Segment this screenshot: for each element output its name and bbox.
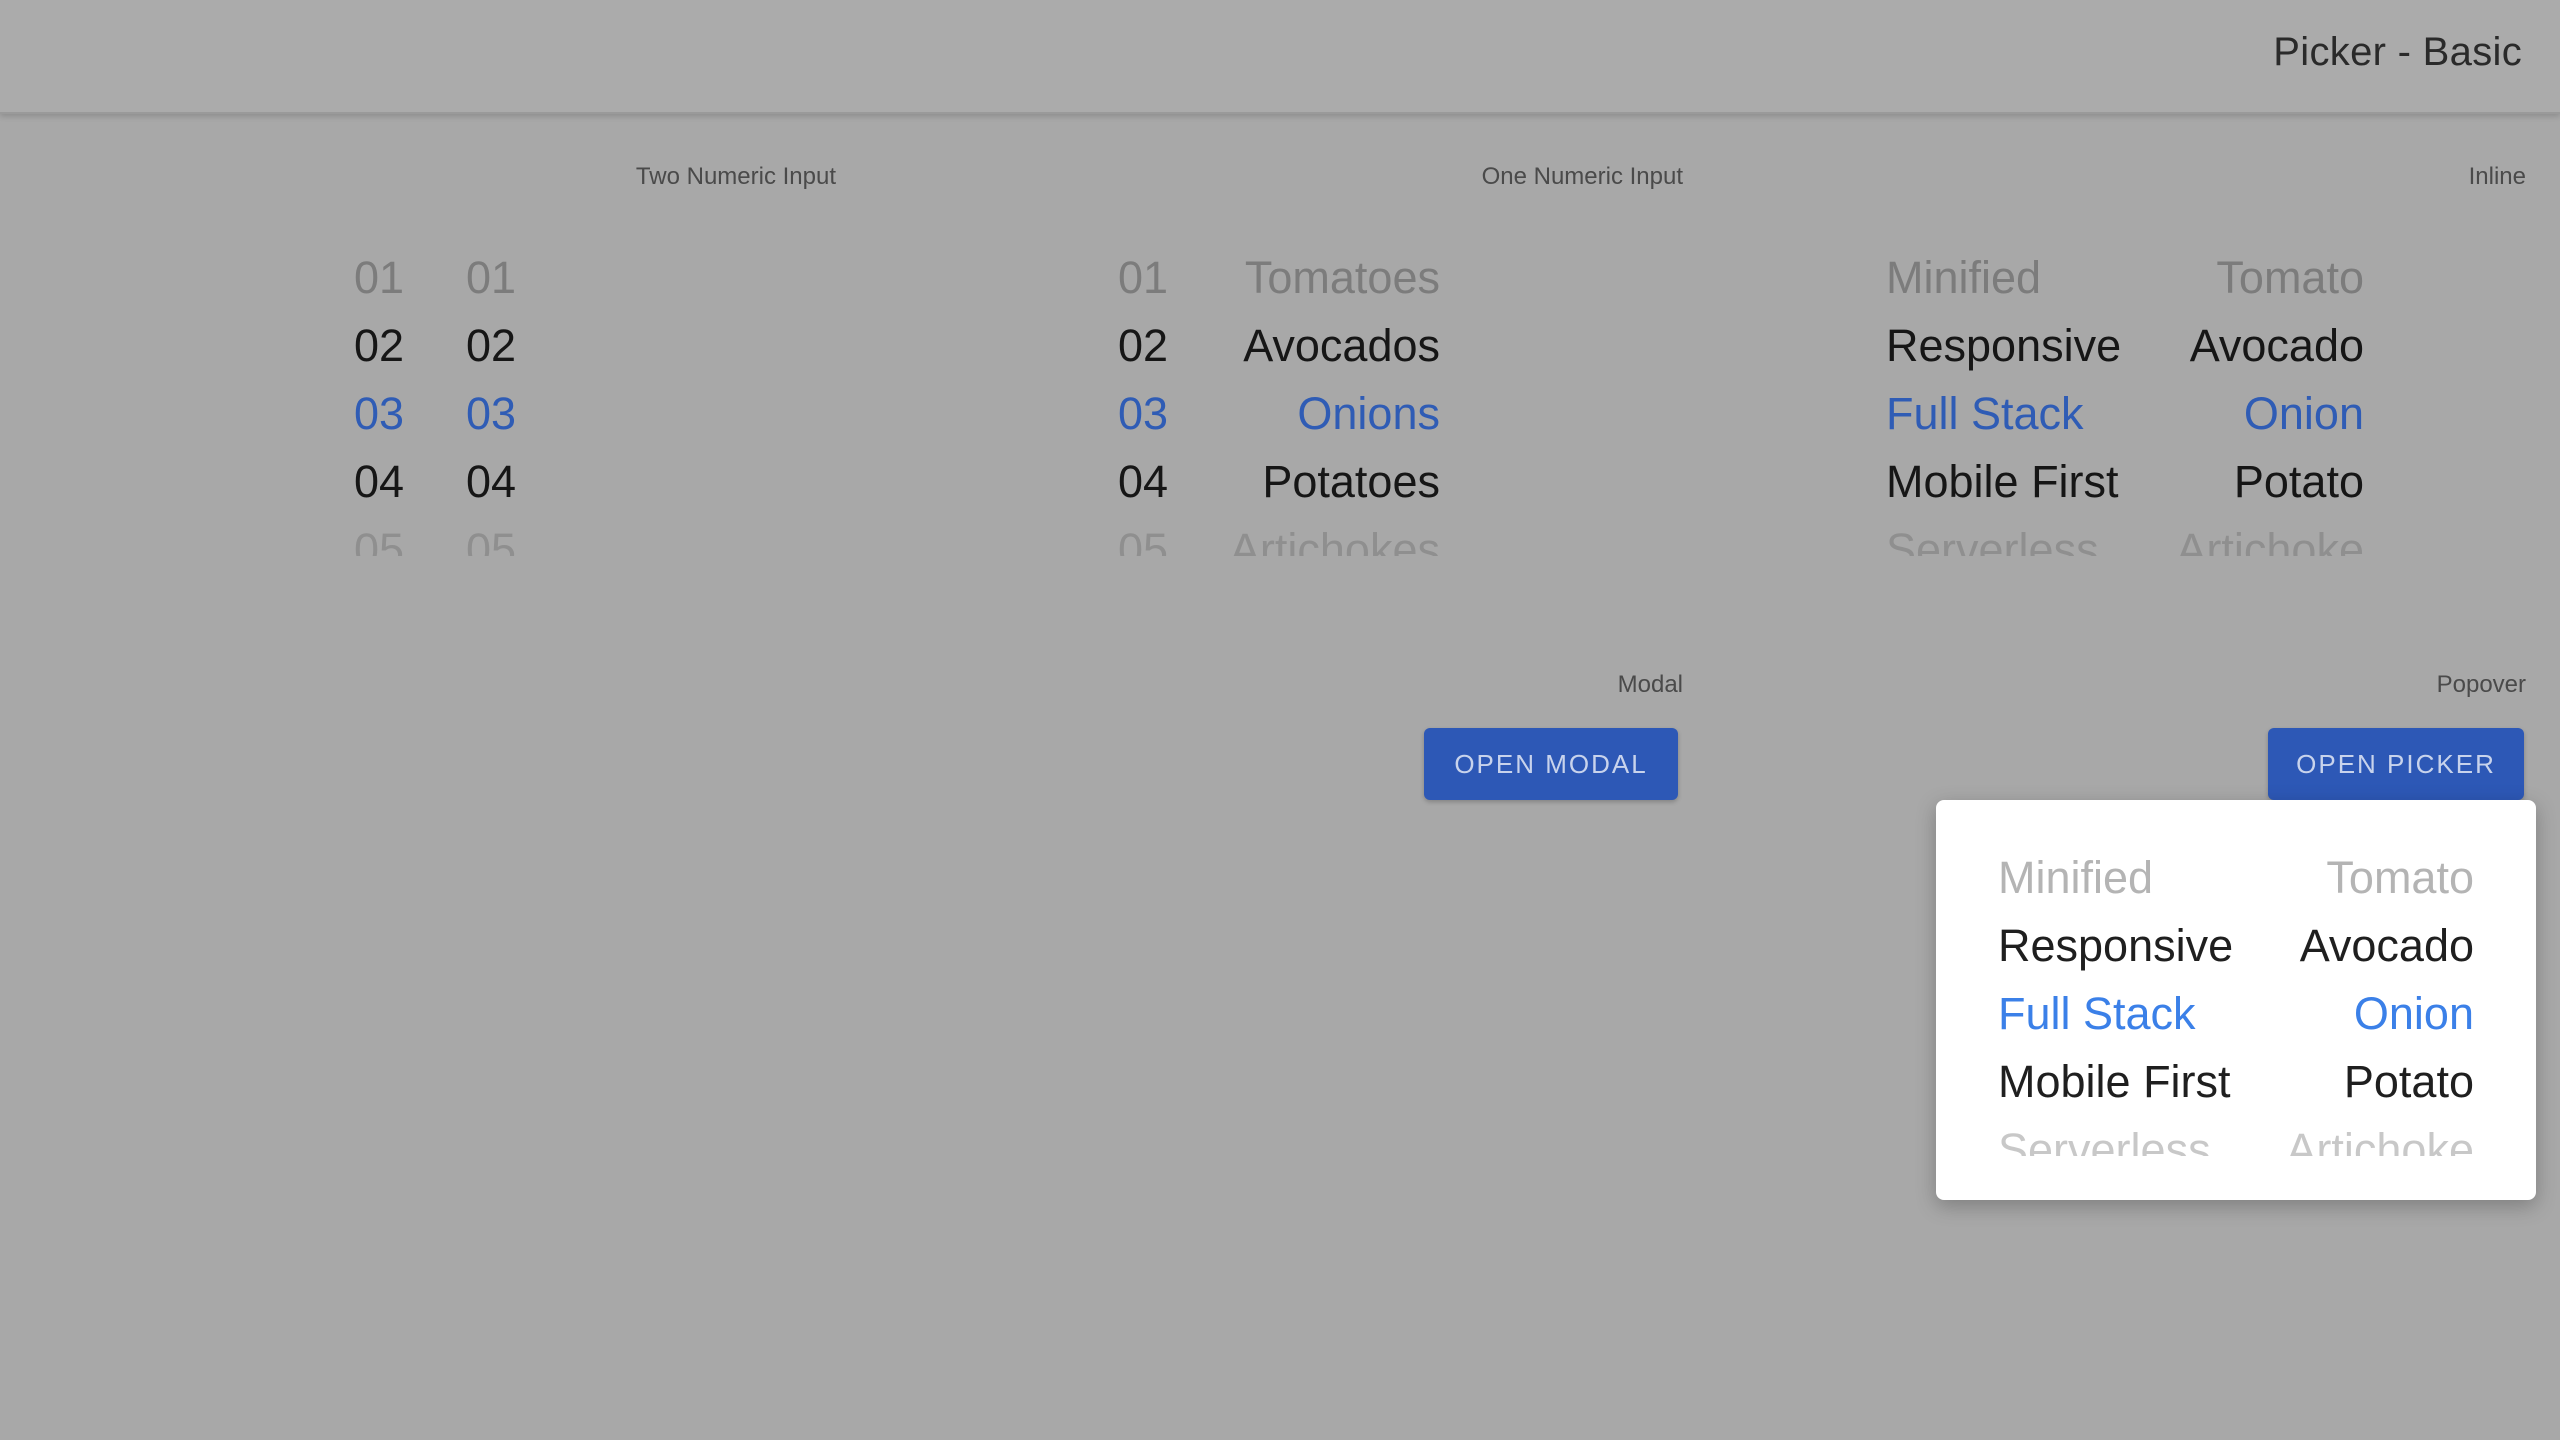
page-title: Picker - Basic [2273,30,2522,74]
picker-option[interactable]: Potato [2176,448,2364,516]
picker-option[interactable]: 02 [466,312,516,380]
picker-option[interactable]: Tomato [2286,844,2474,912]
picker-option[interactable]: Artichoke [2286,1116,2474,1156]
picker-option[interactable]: Tomato [2176,244,2364,312]
two-numeric-input-label: Two Numeric Input [635,163,836,190]
inline-label: Inline [2468,163,2526,190]
picker-option[interactable]: Potato [2286,1048,2474,1116]
picker-option-selected[interactable]: Onion [2286,980,2474,1048]
picker-option[interactable]: Artichokes [1230,516,1440,556]
picker-option[interactable]: Serverless [1998,1116,2233,1156]
picker-option-selected[interactable]: 03 [354,380,404,448]
picker-option[interactable]: Minified [1886,244,2121,312]
picker-option[interactable]: Mobile First [1998,1048,2233,1116]
picker-option[interactable]: Responsive [1886,312,2121,380]
toolbar: Picker - Basic [0,0,2560,114]
picker-option[interactable]: Avocado [2176,312,2364,380]
picker-option[interactable]: 05 [1118,516,1168,556]
picker-option[interactable]: Tomatoes [1230,244,1440,312]
inline-picker-column-2[interactable]: Tomato Avocado Onion Potato Artichoke [2176,244,2364,556]
two-numeric-picker-column-2[interactable]: 01 02 03 04 05 [466,244,516,556]
inline-picker-column-1[interactable]: Minified Responsive Full Stack Mobile Fi… [1886,244,2121,556]
popover-picker-column-1[interactable]: Minified Responsive Full Stack Mobile Fi… [1998,844,2233,1156]
picker-option[interactable]: 05 [354,516,404,556]
picker-popover: Minified Responsive Full Stack Mobile Fi… [1936,800,2536,1200]
picker-option-selected[interactable]: Full Stack [1998,980,2233,1048]
one-numeric-picker-column-1[interactable]: 01 02 03 04 05 [1118,244,1168,556]
two-numeric-picker-column-1[interactable]: 01 02 03 04 05 [354,244,404,556]
picker-option[interactable]: Potatoes [1230,448,1440,516]
popover-picker-column-2[interactable]: Tomato Avocado Onion Potato Artichoke [2286,844,2474,1156]
picker-option[interactable]: 04 [466,448,516,516]
picker-option-selected[interactable]: Onion [2176,380,2364,448]
picker-option-selected[interactable]: 03 [466,380,516,448]
picker-option[interactable]: Minified [1998,844,2233,912]
picker-option[interactable]: 02 [1118,312,1168,380]
picker-option[interactable]: 04 [1118,448,1168,516]
modal-label: Modal [1617,671,1683,698]
open-picker-button[interactable]: OPEN PICKER [2268,728,2524,800]
picker-option[interactable]: Serverless [1886,516,2121,556]
popover-label: Popover [2436,671,2526,698]
one-numeric-picker-column-2[interactable]: Tomatoes Avocados Onions Potatoes Artich… [1230,244,1440,556]
picker-option[interactable]: 01 [466,244,516,312]
picker-option[interactable]: 02 [354,312,404,380]
picker-option[interactable]: Artichoke [2176,516,2364,556]
picker-option-selected[interactable]: Full Stack [1886,380,2121,448]
picker-option[interactable]: 01 [354,244,404,312]
open-modal-button[interactable]: OPEN MODAL [1424,728,1678,800]
picker-option[interactable]: Mobile First [1886,448,2121,516]
picker-option[interactable]: 01 [1118,244,1168,312]
picker-option[interactable]: Avocado [2286,912,2474,980]
picker-option[interactable]: 04 [354,448,404,516]
picker-option[interactable]: Avocados [1230,312,1440,380]
picker-option[interactable]: 05 [466,516,516,556]
picker-option-selected[interactable]: 03 [1118,380,1168,448]
picker-option[interactable]: Responsive [1998,912,2233,980]
one-numeric-input-label: One Numeric Input [1481,163,1683,190]
picker-option-selected[interactable]: Onions [1230,380,1440,448]
